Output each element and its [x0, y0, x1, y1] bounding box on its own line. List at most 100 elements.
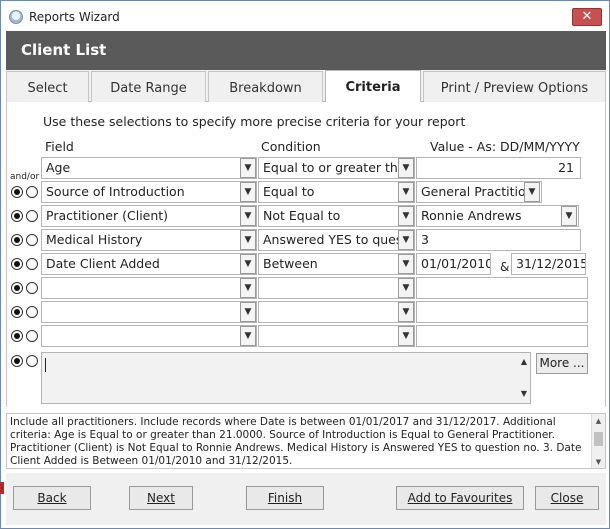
add-to-favourites-label: Add to Favourites — [407, 491, 513, 505]
title-bar: Reports Wizard ✕ — [1, 1, 609, 31]
field-select-4[interactable]: Medical History — [41, 229, 257, 251]
value-to-date-5[interactable]: 31/12/2015 — [511, 253, 586, 275]
tab-select[interactable]: Select — [6, 71, 89, 102]
chevron-down-icon[interactable]: ▼ — [398, 158, 414, 178]
value-input-8[interactable] — [416, 325, 588, 347]
condition-select-5[interactable]: Between — [258, 253, 415, 275]
scroll-up-icon[interactable]: ▲ — [592, 417, 605, 425]
extra-criteria-textarea[interactable]: ▲ ▼ — [41, 352, 531, 404]
footer-bar: Back Next Finish Add to Favourites Close — [6, 473, 606, 525]
tab-breakdown[interactable]: Breakdown — [208, 71, 323, 102]
and-radio-8[interactable] — [11, 330, 23, 342]
value-input-4[interactable]: 3 — [416, 229, 581, 251]
chevron-down-icon[interactable]: ▼ — [240, 182, 256, 202]
value-column-header: Value - As: DD/MM/YYYY — [430, 139, 580, 154]
condition-select-2[interactable]: Equal to — [258, 181, 415, 203]
page-title: Client List — [21, 41, 107, 59]
scroll-thumb[interactable] — [594, 432, 603, 446]
summary-text: Include all practitioners. Include recor… — [10, 416, 582, 467]
and-radio-7[interactable] — [11, 306, 23, 318]
criteria-summary: Include all practitioners. Include recor… — [6, 413, 606, 469]
or-radio-6[interactable] — [26, 282, 38, 294]
add-to-favourites-button[interactable]: Add to Favourites — [396, 486, 524, 510]
and-radio-2[interactable] — [11, 186, 23, 198]
tab-criteria[interactable]: Criteria — [325, 70, 421, 103]
condition-column-header: Condition — [261, 139, 321, 154]
text-caret — [45, 358, 46, 372]
value-from-date-5[interactable]: 01/01/2010 — [416, 253, 491, 275]
back-button[interactable]: Back — [13, 486, 91, 510]
scroll-down-icon[interactable]: ▼ — [592, 458, 605, 466]
finish-button-label: Finish — [267, 491, 303, 505]
field-select-1[interactable]: Age — [41, 157, 257, 179]
chevron-down-icon[interactable]: ▼ — [240, 230, 256, 250]
close-button-label: Close — [550, 491, 584, 505]
chevron-down-icon[interactable]: ▼ — [398, 254, 414, 274]
tab-strip: Select Date Range Breakdown Criteria Pri… — [6, 70, 606, 103]
chevron-down-icon[interactable]: ▼ — [398, 230, 414, 250]
field-select-2[interactable]: Source of Introduction — [41, 181, 257, 203]
value-select-3[interactable]: Ronnie Andrews — [416, 205, 579, 227]
reports-wizard-window: Reports Wizard ✕ Client List Select Date… — [0, 0, 610, 529]
chevron-down-icon[interactable]: ▼ — [398, 182, 414, 202]
or-radio-9[interactable] — [26, 355, 38, 367]
chevron-down-icon[interactable]: ▼ — [398, 278, 414, 298]
or-radio-8[interactable] — [26, 330, 38, 342]
window-title: Reports Wizard — [29, 10, 120, 24]
back-button-label: Back — [37, 491, 67, 505]
and-radio-4[interactable] — [11, 234, 23, 246]
chevron-down-icon[interactable]: ▼ — [240, 158, 256, 178]
field-select-6[interactable] — [41, 277, 257, 299]
summary-scrollbar[interactable]: ▲ ▼ — [591, 414, 605, 468]
header-bar: Client List — [6, 31, 606, 70]
condition-select-1[interactable]: Equal to or greater tha — [258, 157, 415, 179]
or-radio-5[interactable] — [26, 258, 38, 270]
value-input-6[interactable] — [416, 277, 588, 299]
chevron-down-icon[interactable]: ▼ — [240, 278, 256, 298]
value-input-7[interactable] — [416, 301, 588, 323]
and-radio-3[interactable] — [11, 210, 23, 222]
or-radio-7[interactable] — [26, 306, 38, 318]
between-ampersand: & — [500, 260, 510, 274]
edge-marker — [0, 482, 4, 494]
next-button-label: Next — [147, 491, 175, 505]
field-column-header: Field — [45, 139, 74, 154]
chevron-down-icon[interactable]: ▼ — [561, 206, 577, 226]
and-radio-5[interactable] — [11, 258, 23, 270]
or-radio-4[interactable] — [26, 234, 38, 246]
criteria-instruction: Use these selections to specify more pre… — [43, 114, 466, 129]
chevron-down-icon[interactable]: ▼ — [398, 326, 414, 346]
chevron-down-icon[interactable]: ▼ — [398, 302, 414, 322]
condition-select-4[interactable]: Answered YES to quest — [258, 229, 415, 251]
chevron-down-icon[interactable]: ▼ — [398, 206, 414, 226]
condition-select-6[interactable] — [258, 277, 415, 299]
chevron-down-icon[interactable]: ▼ — [240, 326, 256, 346]
field-select-5[interactable]: Date Client Added — [41, 253, 257, 275]
scroll-down-icon[interactable]: ▼ — [518, 389, 530, 401]
and-radio-9[interactable] — [11, 355, 23, 367]
window-close-button[interactable]: ✕ — [572, 8, 602, 26]
chevron-down-icon[interactable]: ▼ — [524, 182, 540, 202]
condition-select-8[interactable] — [258, 325, 415, 347]
next-button[interactable]: Next — [129, 486, 193, 510]
scroll-up-icon[interactable]: ▲ — [518, 357, 530, 369]
or-radio-3[interactable] — [26, 210, 38, 222]
andor-label: and/or — [10, 172, 40, 182]
close-button[interactable]: Close — [535, 486, 599, 510]
or-radio-2[interactable] — [26, 186, 38, 198]
field-select-3[interactable]: Practitioner (Client) — [41, 205, 257, 227]
tab-date-range[interactable]: Date Range — [91, 71, 206, 102]
tab-print-preview-options[interactable]: Print / Preview Options — [423, 71, 606, 102]
and-radio-6[interactable] — [11, 282, 23, 294]
chevron-down-icon[interactable]: ▼ — [240, 302, 256, 322]
chevron-down-icon[interactable]: ▼ — [240, 206, 256, 226]
finish-button[interactable]: Finish — [246, 486, 324, 510]
field-select-7[interactable] — [41, 301, 257, 323]
field-select-8[interactable] — [41, 325, 257, 347]
condition-select-7[interactable] — [258, 301, 415, 323]
value-input-1[interactable]: 21 — [416, 157, 581, 179]
more-button[interactable]: More ... — [536, 353, 588, 374]
condition-select-3[interactable]: Not Equal to — [258, 205, 415, 227]
chevron-down-icon[interactable]: ▼ — [240, 254, 256, 274]
app-icon — [9, 10, 23, 24]
